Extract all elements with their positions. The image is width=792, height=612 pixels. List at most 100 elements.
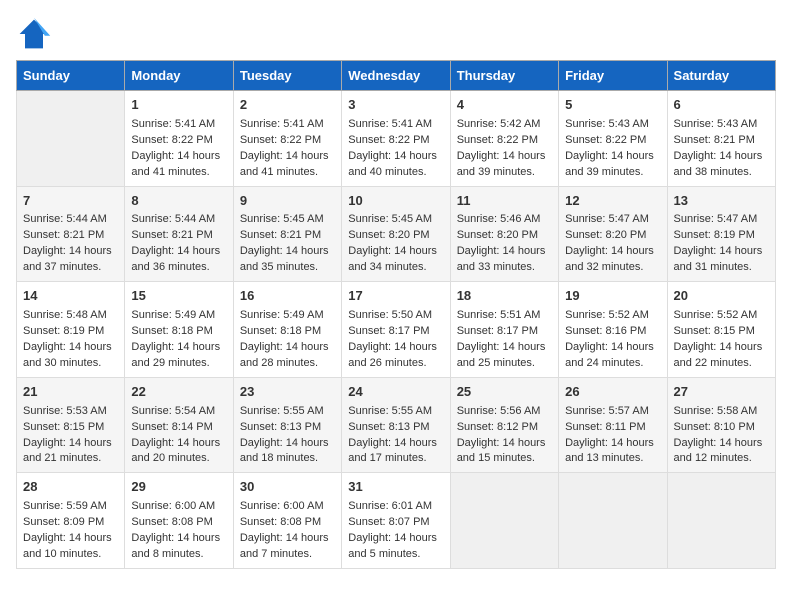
calendar-cell	[450, 473, 558, 569]
day-info: Sunrise: 5:48 AM	[23, 308, 118, 324]
logo-icon	[16, 16, 52, 52]
calendar-cell: 3Sunrise: 5:41 AMSunset: 8:22 PMDaylight…	[342, 91, 450, 187]
calendar-cell: 31Sunrise: 6:01 AMSunset: 8:07 PMDayligh…	[342, 473, 450, 569]
column-header-wednesday: Wednesday	[342, 61, 450, 91]
day-info: Sunset: 8:08 PM	[131, 515, 226, 531]
day-info: Sunrise: 5:49 AM	[240, 308, 335, 324]
day-info: and 35 minutes.	[240, 260, 335, 276]
day-number: 9	[240, 192, 335, 211]
day-info: Sunrise: 6:00 AM	[240, 499, 335, 515]
day-info: Daylight: 14 hours	[131, 149, 226, 165]
day-info: and 29 minutes.	[131, 356, 226, 372]
day-info: Sunset: 8:20 PM	[565, 228, 660, 244]
calendar-table: SundayMondayTuesdayWednesdayThursdayFrid…	[16, 60, 776, 569]
day-number: 18	[457, 287, 552, 306]
day-info: Sunrise: 5:47 AM	[565, 212, 660, 228]
day-info: Daylight: 14 hours	[348, 340, 443, 356]
calendar-cell	[667, 473, 775, 569]
day-number: 14	[23, 287, 118, 306]
day-number: 7	[23, 192, 118, 211]
calendar-cell: 6Sunrise: 5:43 AMSunset: 8:21 PMDaylight…	[667, 91, 775, 187]
day-info: Daylight: 14 hours	[348, 149, 443, 165]
day-info: Sunset: 8:19 PM	[674, 228, 769, 244]
day-number: 21	[23, 383, 118, 402]
day-number: 17	[348, 287, 443, 306]
day-info: Sunrise: 5:43 AM	[565, 117, 660, 133]
day-info: Sunset: 8:21 PM	[240, 228, 335, 244]
day-info: Daylight: 14 hours	[565, 149, 660, 165]
day-number: 16	[240, 287, 335, 306]
day-number: 6	[674, 96, 769, 115]
day-info: Daylight: 14 hours	[131, 436, 226, 452]
week-row: 14Sunrise: 5:48 AMSunset: 8:19 PMDayligh…	[17, 282, 776, 378]
column-header-monday: Monday	[125, 61, 233, 91]
day-info: Sunset: 8:15 PM	[674, 324, 769, 340]
calendar-cell: 27Sunrise: 5:58 AMSunset: 8:10 PMDayligh…	[667, 377, 775, 473]
day-info: and 33 minutes.	[457, 260, 552, 276]
day-info: Daylight: 14 hours	[565, 340, 660, 356]
day-info: and 39 minutes.	[457, 165, 552, 181]
day-info: Sunrise: 5:58 AM	[674, 404, 769, 420]
calendar-cell	[17, 91, 125, 187]
day-info: and 12 minutes.	[674, 451, 769, 467]
day-info: Daylight: 14 hours	[23, 436, 118, 452]
day-info: Sunset: 8:09 PM	[23, 515, 118, 531]
day-number: 12	[565, 192, 660, 211]
column-header-tuesday: Tuesday	[233, 61, 341, 91]
calendar-cell: 13Sunrise: 5:47 AMSunset: 8:19 PMDayligh…	[667, 186, 775, 282]
day-info: Sunset: 8:16 PM	[565, 324, 660, 340]
day-info: Sunset: 8:13 PM	[348, 420, 443, 436]
day-info: Sunset: 8:20 PM	[348, 228, 443, 244]
day-number: 4	[457, 96, 552, 115]
day-info: Daylight: 14 hours	[674, 340, 769, 356]
day-info: Daylight: 14 hours	[457, 340, 552, 356]
day-info: and 28 minutes.	[240, 356, 335, 372]
day-info: and 36 minutes.	[131, 260, 226, 276]
calendar-cell: 22Sunrise: 5:54 AMSunset: 8:14 PMDayligh…	[125, 377, 233, 473]
week-row: 1Sunrise: 5:41 AMSunset: 8:22 PMDaylight…	[17, 91, 776, 187]
day-info: Sunrise: 5:57 AM	[565, 404, 660, 420]
day-number: 25	[457, 383, 552, 402]
day-number: 20	[674, 287, 769, 306]
column-header-friday: Friday	[559, 61, 667, 91]
column-header-saturday: Saturday	[667, 61, 775, 91]
day-info: Daylight: 14 hours	[240, 531, 335, 547]
day-info: Daylight: 14 hours	[348, 531, 443, 547]
day-info: Sunset: 8:17 PM	[457, 324, 552, 340]
day-number: 1	[131, 96, 226, 115]
day-info: Daylight: 14 hours	[131, 531, 226, 547]
day-number: 5	[565, 96, 660, 115]
calendar-cell: 23Sunrise: 5:55 AMSunset: 8:13 PMDayligh…	[233, 377, 341, 473]
day-info: Daylight: 14 hours	[565, 436, 660, 452]
day-info: and 15 minutes.	[457, 451, 552, 467]
day-info: and 30 minutes.	[23, 356, 118, 372]
calendar-cell: 25Sunrise: 5:56 AMSunset: 8:12 PMDayligh…	[450, 377, 558, 473]
day-info: Sunrise: 5:55 AM	[240, 404, 335, 420]
day-info: and 18 minutes.	[240, 451, 335, 467]
day-info: Sunrise: 5:41 AM	[348, 117, 443, 133]
day-info: Sunrise: 6:01 AM	[348, 499, 443, 515]
day-info: Sunset: 8:14 PM	[131, 420, 226, 436]
day-info: Sunset: 8:17 PM	[348, 324, 443, 340]
day-info: Sunset: 8:22 PM	[240, 133, 335, 149]
day-info: Sunrise: 5:45 AM	[348, 212, 443, 228]
calendar-cell: 5Sunrise: 5:43 AMSunset: 8:22 PMDaylight…	[559, 91, 667, 187]
calendar-cell: 16Sunrise: 5:49 AMSunset: 8:18 PMDayligh…	[233, 282, 341, 378]
day-info: and 31 minutes.	[674, 260, 769, 276]
day-info: and 41 minutes.	[240, 165, 335, 181]
day-info: and 34 minutes.	[348, 260, 443, 276]
day-info: Sunrise: 5:45 AM	[240, 212, 335, 228]
day-info: Daylight: 14 hours	[457, 244, 552, 260]
calendar-cell: 8Sunrise: 5:44 AMSunset: 8:21 PMDaylight…	[125, 186, 233, 282]
calendar-cell: 10Sunrise: 5:45 AMSunset: 8:20 PMDayligh…	[342, 186, 450, 282]
day-number: 11	[457, 192, 552, 211]
day-info: and 17 minutes.	[348, 451, 443, 467]
day-info: Daylight: 14 hours	[240, 149, 335, 165]
day-info: Daylight: 14 hours	[348, 436, 443, 452]
column-header-thursday: Thursday	[450, 61, 558, 91]
calendar-cell: 1Sunrise: 5:41 AMSunset: 8:22 PMDaylight…	[125, 91, 233, 187]
day-info: and 10 minutes.	[23, 547, 118, 563]
day-info: Sunrise: 5:53 AM	[23, 404, 118, 420]
day-number: 8	[131, 192, 226, 211]
week-row: 28Sunrise: 5:59 AMSunset: 8:09 PMDayligh…	[17, 473, 776, 569]
